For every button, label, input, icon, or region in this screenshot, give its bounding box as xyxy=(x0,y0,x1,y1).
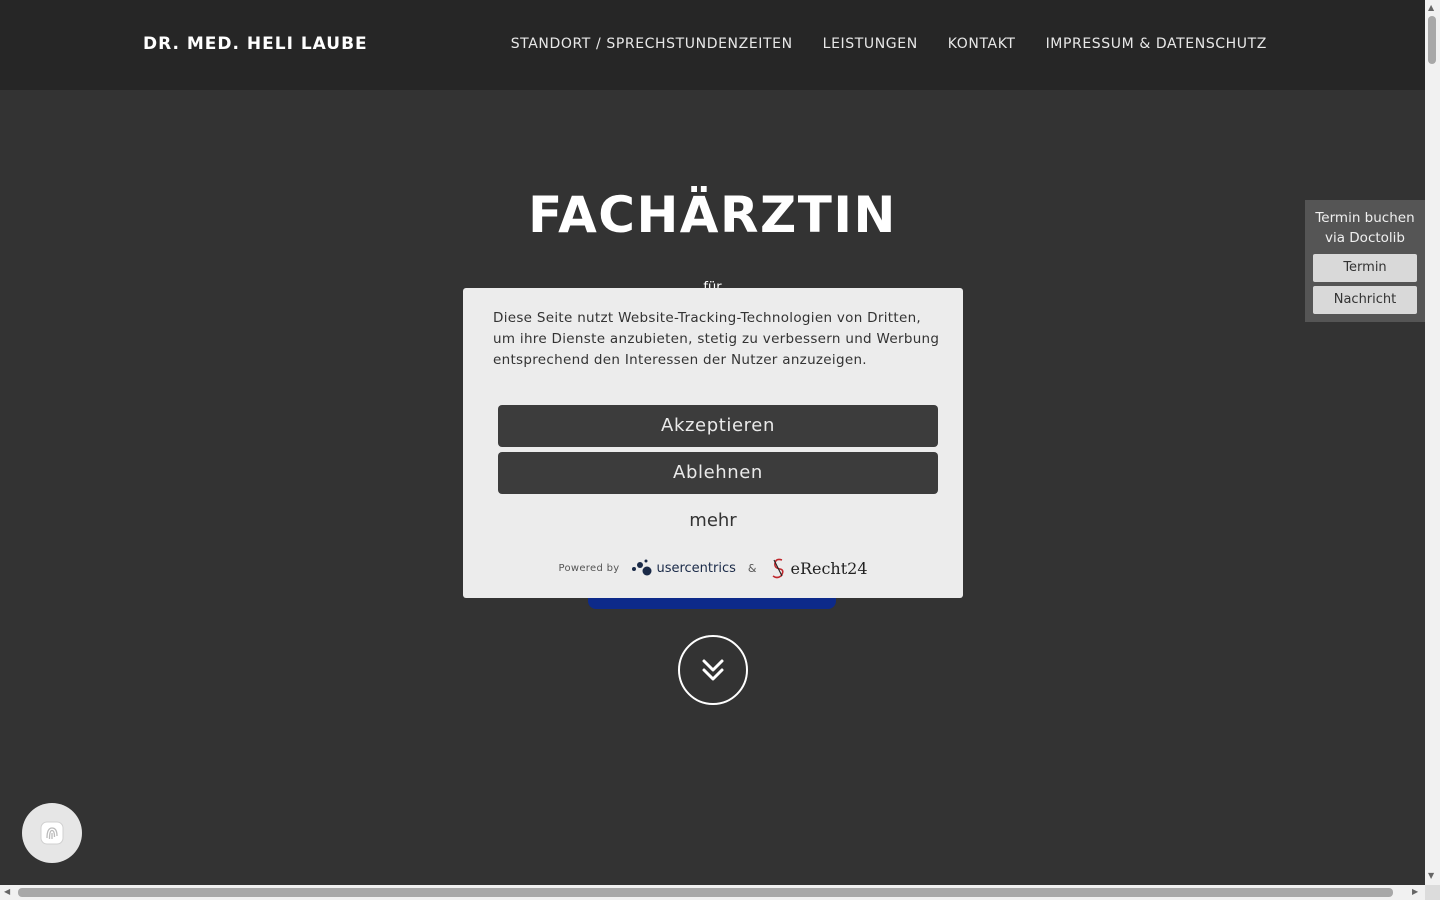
horizontal-scrollbar-thumb[interactable] xyxy=(18,888,1393,897)
fingerprint-icon xyxy=(40,821,64,845)
hero-title: FACHÄRZTIN xyxy=(528,186,897,244)
privacy-settings-button[interactable] xyxy=(22,803,82,863)
nav-impressum[interactable]: IMPRESSUM & DATENSCHUTZ xyxy=(1046,36,1267,52)
nachricht-button[interactable]: Nachricht xyxy=(1313,286,1417,314)
consent-footer: Powered by usercentrics & eRecht24 xyxy=(463,554,963,582)
nav-standort[interactable]: STANDORT / SPRECHSTUNDENZEITEN xyxy=(511,36,793,52)
termin-button[interactable]: Termin xyxy=(1313,254,1417,282)
erecht24-wordmark: eRecht24 xyxy=(790,558,868,578)
scroll-right-arrow-icon[interactable]: ▶ xyxy=(1412,887,1418,896)
scroll-down-arrow-icon[interactable]: ▼ xyxy=(1428,871,1434,880)
scroll-down-button[interactable] xyxy=(678,635,748,705)
deny-button[interactable]: Ablehnen xyxy=(498,452,938,494)
doctolib-widget: Termin buchen via Doctolib Termin Nachri… xyxy=(1305,200,1425,322)
consent-message: Diese Seite nutzt Website-Tracking-Techn… xyxy=(493,310,940,368)
ampersand: & xyxy=(747,561,757,575)
usercentrics-logo[interactable]: usercentrics xyxy=(631,558,736,578)
vertical-scrollbar-thumb[interactable] xyxy=(1428,16,1436,64)
erecht24-section-icon xyxy=(772,558,785,579)
vertical-scrollbar[interactable]: ▲ ▼ xyxy=(1425,0,1440,885)
scroll-left-arrow-icon[interactable]: ◀ xyxy=(4,887,10,896)
nav-kontakt[interactable]: KONTAKT xyxy=(948,36,1016,52)
cookie-consent-dialog: Diese Seite nutzt Website-Tracking-Techn… xyxy=(463,288,963,598)
nav-leistungen[interactable]: LEISTUNGEN xyxy=(823,36,918,52)
powered-by-label: Powered by xyxy=(558,562,620,574)
horizontal-scrollbar[interactable]: ◀ ▶ xyxy=(0,885,1425,900)
scrollbar-corner xyxy=(1425,885,1440,900)
main-nav: STANDORT / SPRECHSTUNDENZEITEN LEISTUNGE… xyxy=(511,36,1267,52)
usercentrics-dots-icon xyxy=(632,559,652,576)
scroll-up-arrow-icon[interactable]: ▲ xyxy=(1428,3,1434,12)
more-link[interactable]: mehr xyxy=(463,510,963,531)
site-header: DR. MED. HELI LAUBE STANDORT / SPRECHSTU… xyxy=(0,0,1425,90)
accept-button[interactable]: Akzeptieren xyxy=(498,405,938,447)
site-brand[interactable]: DR. MED. HELI LAUBE xyxy=(143,34,368,54)
doctolib-label: Termin buchen via Doctolib xyxy=(1315,210,1415,246)
erecht24-logo[interactable]: eRecht24 xyxy=(768,557,868,579)
chevron-double-down-icon xyxy=(702,659,724,681)
usercentrics-wordmark: usercentrics xyxy=(656,560,736,576)
